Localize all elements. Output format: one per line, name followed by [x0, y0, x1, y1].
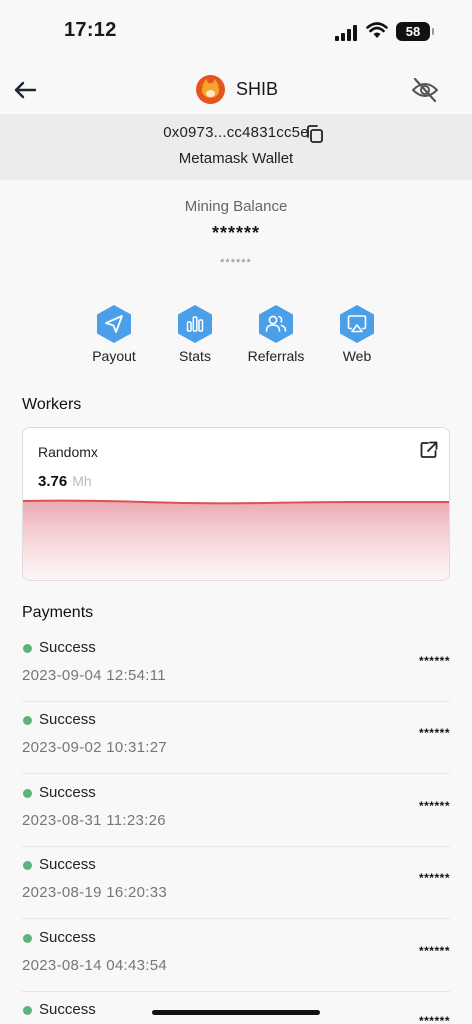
payment-date: 2023-08-14 04:43:54 [22, 957, 167, 974]
shib-logo-icon [196, 74, 225, 104]
payment-status: Success [39, 1001, 96, 1018]
wallet-address: 0x0973...cc4831cc5e [163, 124, 309, 141]
success-status-dot [23, 789, 32, 798]
success-status-dot [23, 1006, 32, 1015]
worker-card[interactable]: Randomx 3.76 Mh [22, 427, 450, 581]
payment-date: 2023-09-02 10:31:27 [22, 739, 167, 756]
payment-amount: ****** [418, 871, 450, 885]
mining-balance-label: Mining Balance [184, 198, 288, 215]
eye-off-icon[interactable] [410, 76, 440, 104]
back-arrow-icon[interactable] [10, 75, 40, 105]
wifi-icon [366, 22, 388, 38]
payment-amount: ****** [418, 799, 450, 813]
worker-hashrate-unit: Mh [72, 473, 92, 489]
referrals-button[interactable]: Referrals [231, 304, 321, 364]
payment-row[interactable]: Success 2023-08-31 11:23:26 ****** [22, 775, 450, 847]
payments-heading: Payments [22, 604, 94, 621]
wallet-name: Metamask Wallet [178, 150, 294, 167]
hashrate-chart [23, 499, 449, 580]
stats-button[interactable]: Stats [150, 304, 240, 364]
wallet-address-row: 0x0973...cc4831cc5e [0, 124, 472, 144]
payment-status: Success [39, 784, 96, 801]
payment-amount: ****** [418, 944, 450, 958]
payment-amount: ****** [418, 654, 450, 668]
mining-balance-secondary: ****** [220, 257, 252, 269]
status-bar: 17:12 58 [0, 0, 472, 64]
web-label: Web [342, 348, 372, 364]
workers-heading: Workers [22, 396, 82, 413]
payment-date: 2023-09-04 12:54:11 [22, 667, 166, 684]
referrals-label: Referrals [247, 348, 305, 364]
worker-algorithm: Randomx [38, 444, 98, 460]
airplay-icon [340, 305, 374, 343]
bar-chart-icon [178, 305, 212, 343]
copy-icon[interactable] [305, 124, 325, 144]
success-status-dot [23, 644, 32, 653]
payment-date: 2023-08-31 11:23:26 [22, 812, 166, 829]
stats-label: Stats [179, 348, 211, 364]
success-status-dot [23, 716, 32, 725]
payment-status: Success [39, 711, 96, 728]
payout-label: Payout [92, 348, 136, 364]
payment-row[interactable]: Success 2023-08-14 04:43:54 ****** [22, 920, 450, 992]
payment-amount: ****** [418, 1014, 450, 1024]
payment-status: Success [39, 929, 96, 946]
mining-balance-value: ****** [211, 223, 261, 243]
battery-indicator: 58 [396, 22, 434, 41]
users-icon [259, 305, 293, 343]
page-title: SHIB [236, 78, 279, 99]
status-time: 17:12 [64, 19, 117, 41]
action-bar: Payout Stats Referrals Web [0, 304, 472, 368]
external-link-icon[interactable] [419, 440, 439, 460]
coin-title: SHIB [196, 74, 278, 104]
payment-row[interactable]: Success 2023-08-19 16:20:33 ****** [22, 847, 450, 919]
home-indicator[interactable] [152, 1010, 320, 1015]
payment-row[interactable]: Success 2023-09-02 10:31:27 ****** [22, 702, 450, 774]
payment-row[interactable]: Success 2023-09-04 12:54:11 ****** [22, 630, 450, 702]
header: SHIB [0, 64, 472, 114]
payment-status: Success [39, 856, 96, 873]
worker-hashrate-value: 3.76 [38, 473, 68, 490]
send-icon [97, 305, 131, 343]
success-status-dot [23, 861, 32, 870]
cellular-signal-icon [335, 25, 357, 41]
success-status-dot [23, 934, 32, 943]
worker-hashrate: 3.76 Mh [38, 473, 92, 490]
web-button[interactable]: Web [312, 304, 402, 364]
payment-date: 2023-08-19 16:20:33 [22, 884, 167, 901]
wallet-info: 0x0973...cc4831cc5e Metamask Wallet [0, 114, 472, 180]
payment-amount: ****** [418, 726, 450, 740]
payment-status: Success [39, 639, 96, 656]
payout-button[interactable]: Payout [69, 304, 159, 364]
payment-row[interactable]: Success ****** [22, 992, 450, 1024]
